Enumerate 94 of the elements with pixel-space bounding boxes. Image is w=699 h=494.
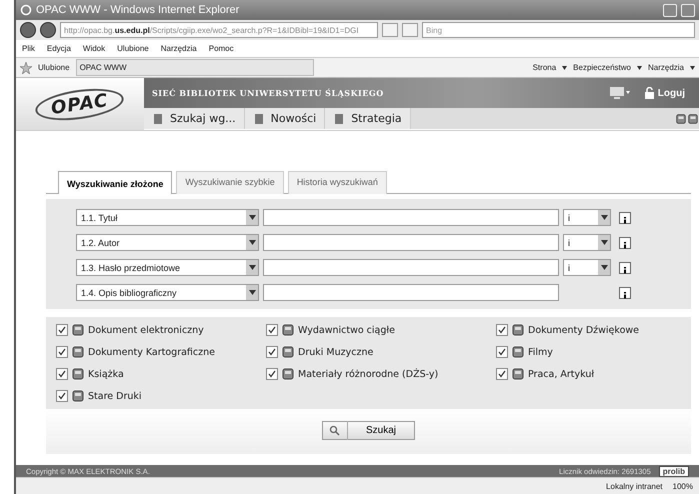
field-select[interactable]: 1.2. Autor bbox=[76, 234, 259, 251]
document-type-icon bbox=[281, 323, 295, 337]
document-type-icon bbox=[71, 323, 85, 337]
nav-link[interactable]: Szukaj wg... bbox=[144, 108, 245, 129]
header-title: SIEĆ BIBLIOTEK UNIWERSYTETU ŚLĄSKIEGO bbox=[152, 88, 385, 98]
checkbox[interactable] bbox=[266, 368, 278, 380]
document-type-icon bbox=[511, 323, 525, 337]
menu-item[interactable]: Widok bbox=[82, 44, 106, 53]
stop-button[interactable] bbox=[402, 23, 418, 37]
checkbox[interactable] bbox=[56, 368, 68, 380]
zoom-level[interactable]: 100% bbox=[672, 482, 693, 490]
document-type-label: Wydawnictwo ciągłe bbox=[298, 324, 395, 336]
field-select[interactable]: 1.1. Tytuł bbox=[76, 209, 259, 226]
dropdown-arrow-icon bbox=[636, 66, 642, 70]
dropdown-arrow-icon bbox=[600, 240, 608, 245]
document-type-icon bbox=[71, 345, 85, 359]
document-type-label: Dokument elektroniczny bbox=[88, 324, 204, 336]
menu-item[interactable]: Ulubione bbox=[117, 44, 149, 53]
dropdown-arrow-icon bbox=[600, 265, 608, 270]
checkbox[interactable] bbox=[56, 346, 68, 358]
checkbox[interactable] bbox=[266, 346, 278, 358]
document-type-label: Dokumenty Dźwiękowe bbox=[528, 324, 639, 336]
search-tab[interactable]: Wyszukiwanie szybkie bbox=[176, 171, 284, 194]
security-zone: Lokalny intranet bbox=[606, 482, 663, 490]
document-type-label: Stare Druki bbox=[88, 390, 142, 402]
computer-icon bbox=[608, 86, 631, 100]
minimize-button[interactable] bbox=[663, 4, 677, 16]
nav-icon bbox=[152, 112, 164, 124]
browser-tab[interactable]: OPAC WWW bbox=[76, 59, 314, 76]
favorites-button[interactable]: Ulubione bbox=[38, 63, 70, 72]
dropdown-arrow-icon bbox=[600, 215, 608, 220]
document-type-icon bbox=[281, 367, 295, 381]
toolbar-command[interactable]: Strona bbox=[532, 63, 556, 72]
operator-select[interactable]: i bbox=[563, 234, 611, 251]
field-select[interactable]: 1.4. Opis bibliograficzny bbox=[76, 284, 259, 301]
menu-item[interactable]: Pomoc bbox=[208, 44, 234, 53]
padlock-icon bbox=[644, 87, 654, 99]
nav-icon bbox=[333, 112, 346, 124]
dropdown-arrow-icon bbox=[248, 215, 256, 220]
info-button[interactable] bbox=[619, 262, 631, 274]
checkbox[interactable] bbox=[266, 324, 278, 336]
document-type-icon bbox=[511, 367, 525, 381]
address-field[interactable]: http://opac.bg.us.edu.pl/Scripts/cgiip.exe/wo2_search.p?R=1&IDBibl=19&ID1=DGI bbox=[60, 22, 378, 38]
info-button[interactable] bbox=[619, 212, 631, 224]
search-input[interactable] bbox=[263, 234, 559, 251]
search-input[interactable] bbox=[263, 259, 559, 276]
menu-item[interactable]: Plik bbox=[22, 44, 35, 53]
maximize-button[interactable] bbox=[681, 4, 695, 16]
document-type-label: Książka bbox=[88, 368, 124, 380]
operator-select[interactable]: i bbox=[563, 259, 611, 276]
menu-item[interactable]: Edycja bbox=[46, 44, 71, 53]
login-button[interactable]: Loguj bbox=[638, 86, 691, 100]
search-button[interactable]: Szukaj bbox=[322, 421, 415, 440]
search-input[interactable] bbox=[263, 209, 559, 226]
forward-button[interactable] bbox=[40, 22, 56, 38]
dropdown-arrow-icon bbox=[248, 240, 256, 245]
field-select[interactable]: 1.3. Hasło przedmiotowe bbox=[76, 259, 259, 276]
dropdown-arrow-icon bbox=[690, 66, 695, 70]
dropdown-arrow-icon bbox=[248, 290, 256, 295]
refresh-button[interactable] bbox=[382, 23, 398, 37]
back-button[interactable] bbox=[20, 22, 36, 38]
checkbox[interactable] bbox=[496, 346, 508, 358]
dropdown-arrow-icon bbox=[248, 265, 256, 270]
document-type-icon bbox=[511, 345, 525, 359]
info-button[interactable] bbox=[619, 236, 631, 248]
menu-item[interactable]: Narzędzia bbox=[160, 44, 197, 53]
checkbox[interactable] bbox=[56, 390, 68, 402]
checkbox[interactable] bbox=[56, 324, 68, 336]
search-icon bbox=[329, 425, 340, 436]
nav-icon bbox=[252, 112, 265, 124]
nav-link[interactable]: Strategia bbox=[325, 108, 411, 129]
operator-select[interactable]: i bbox=[563, 209, 611, 226]
document-type-label: Druki Muzyczne bbox=[298, 346, 374, 358]
nav-link[interactable]: Nowości bbox=[244, 108, 326, 129]
star-icon bbox=[20, 62, 32, 74]
document-type-label: Dokumenty Kartograficzne bbox=[88, 346, 215, 358]
search-tab[interactable]: Wyszukiwanie złożone bbox=[58, 171, 172, 194]
document-type-icon bbox=[71, 367, 85, 381]
toolbar-command[interactable]: Bezpieczeństwo bbox=[573, 63, 631, 72]
dropdown-arrow-icon bbox=[562, 66, 568, 70]
document-type-icon bbox=[281, 345, 295, 359]
document-type-icon bbox=[71, 389, 85, 403]
search-input[interactable] bbox=[263, 284, 559, 301]
window-title: OPAC WWW - Windows Internet Explorer bbox=[36, 4, 240, 16]
search-tab[interactable]: Historia wyszukiwań bbox=[288, 171, 387, 194]
toolbar-command[interactable]: Narzędzia bbox=[648, 63, 684, 72]
checkbox[interactable] bbox=[496, 324, 508, 336]
document-type-label: Praca, Artykuł bbox=[528, 368, 594, 380]
checkbox[interactable] bbox=[496, 368, 508, 380]
prolib-badge: prolib bbox=[658, 466, 689, 476]
document-type-label: Filmy bbox=[528, 346, 553, 358]
document-type-label: Materiały różnorodne (DŻS-y) bbox=[298, 368, 438, 380]
info-button[interactable] bbox=[619, 286, 631, 298]
browser-logo-icon bbox=[20, 4, 32, 16]
